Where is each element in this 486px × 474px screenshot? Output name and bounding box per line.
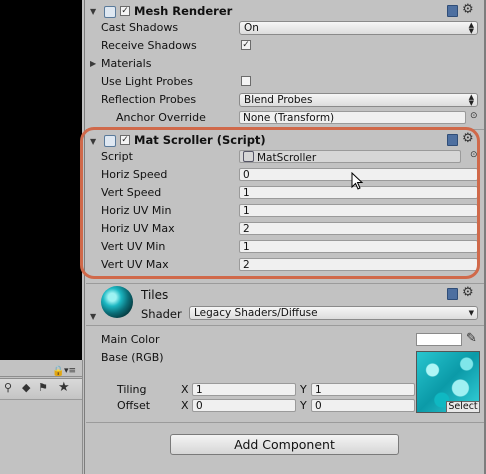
foldout-open-icon[interactable]: ▼	[90, 312, 96, 321]
add-component-button[interactable]: Add Component	[170, 434, 399, 455]
help-book-icon[interactable]	[447, 5, 458, 17]
reflection-probes-label: Reflection Probes	[101, 93, 197, 106]
shader-dropdown[interactable]: Legacy Shaders/Diffuse ▼	[189, 306, 478, 320]
tiling-x-field[interactable]: 1	[192, 383, 296, 396]
tiling-y-label: Y	[300, 383, 307, 396]
receive-shadows-checkbox[interactable]: ✓	[241, 40, 251, 50]
materials-foldout-label[interactable]: Materials	[101, 57, 151, 70]
foldout-closed-icon[interactable]: ▶	[90, 59, 96, 68]
help-book-icon[interactable]	[447, 288, 458, 300]
tiling-y-field[interactable]: 1	[311, 383, 415, 396]
chevron-updown-icon: ▲ ▼	[468, 93, 474, 107]
object-picker-icon[interactable]: ⊙	[470, 111, 478, 121]
gear-icon[interactable]: ⚙	[462, 286, 474, 299]
mesh-renderer-enabled-checkbox[interactable]: ✓	[120, 6, 130, 16]
component-separator	[86, 325, 484, 326]
horiz-speed-label: Horiz Speed	[101, 168, 168, 181]
cast-shadows-label: Cast Shadows	[101, 21, 179, 34]
vert-uv-min-label: Vert UV Min	[101, 240, 166, 253]
horiz-uv-min-field[interactable]: 1	[239, 204, 478, 217]
scene-view-dark-area	[0, 0, 82, 360]
main-color-label: Main Color	[101, 333, 160, 346]
panel-menu-icon[interactable]: ▾≡	[64, 366, 76, 376]
mesh-renderer-icon	[104, 6, 116, 18]
vert-uv-max-label: Vert UV Max	[101, 258, 169, 271]
cast-shadows-value: On	[244, 22, 259, 34]
shader-label: Shader	[141, 307, 182, 321]
horiz-uv-max-label: Horiz UV Max	[101, 222, 175, 235]
object-picker-icon[interactable]: ⊙	[470, 150, 478, 160]
use-light-probes-checkbox[interactable]	[241, 76, 251, 86]
script-value: MatScroller	[257, 152, 317, 163]
offset-y-field[interactable]: 0	[311, 399, 415, 412]
script-label: Script	[101, 150, 133, 163]
search-icon[interactable]: ⚲	[4, 381, 12, 394]
gear-icon[interactable]: ⚙	[462, 3, 474, 16]
gear-icon[interactable]: ⚙	[462, 132, 474, 145]
vert-uv-min-field[interactable]: 1	[239, 240, 478, 253]
panel-divider	[0, 376, 82, 377]
vert-uv-max-field[interactable]: 2	[239, 258, 478, 271]
script-field[interactable]: MatScroller	[239, 150, 461, 163]
receive-shadows-label: Receive Shadows	[101, 39, 197, 52]
mat-scroller-title: Mat Scroller (Script)	[134, 133, 266, 147]
main-color-swatch[interactable]	[416, 333, 462, 346]
mouse-cursor-icon	[351, 172, 364, 190]
help-book-icon[interactable]	[447, 134, 458, 146]
offset-x-field[interactable]: 0	[192, 399, 296, 412]
material-name: Tiles	[141, 288, 169, 302]
tiling-label: Tiling	[117, 383, 147, 396]
offset-label: Offset	[117, 399, 151, 412]
script-icon	[104, 135, 116, 147]
component-separator	[86, 129, 484, 130]
reflection-probes-value: Blend Probes	[244, 94, 313, 106]
mat-scroller-enabled-checkbox[interactable]: ✓	[120, 135, 130, 145]
offset-x-label: X	[181, 399, 189, 412]
chevron-down-icon: ▼	[468, 309, 474, 317]
lock-icon[interactable]: 🔒	[52, 366, 64, 377]
material-preview-sphere	[101, 286, 133, 318]
script-file-icon	[243, 151, 254, 162]
component-separator	[86, 422, 484, 423]
shader-value: Legacy Shaders/Diffuse	[194, 307, 318, 319]
horiz-uv-max-field[interactable]: 2	[239, 222, 478, 235]
mesh-renderer-title: Mesh Renderer	[134, 4, 233, 18]
anchor-override-field[interactable]: None (Transform)	[239, 111, 466, 124]
filter-icon[interactable]: ◆	[22, 381, 30, 394]
tiling-x-label: X	[181, 383, 189, 396]
component-separator	[86, 283, 484, 284]
reflection-probes-dropdown[interactable]: Blend Probes ▲ ▼	[239, 93, 478, 107]
vert-speed-label: Vert Speed	[101, 186, 162, 199]
label-tag-icon[interactable]: ⚑	[38, 381, 48, 394]
chevron-updown-icon: ▲ ▼	[468, 21, 474, 35]
offset-y-label: Y	[300, 399, 307, 412]
base-rgb-label: Base (RGB)	[101, 351, 164, 364]
eyedropper-icon[interactable]: ✎	[466, 331, 477, 346]
use-light-probes-label: Use Light Probes	[101, 75, 193, 88]
texture-select-button[interactable]: Select	[446, 401, 480, 413]
anchor-override-label: Anchor Override	[116, 111, 206, 124]
favorite-star-icon[interactable]: ★	[58, 380, 70, 395]
foldout-open-icon[interactable]: ▼	[90, 137, 96, 146]
cast-shadows-dropdown[interactable]: On ▲ ▼	[239, 21, 478, 35]
horiz-uv-min-label: Horiz UV Min	[101, 204, 172, 217]
foldout-open-icon[interactable]: ▼	[90, 7, 96, 16]
hierarchy-toolbar: ⚲ ◆ ⚑ ★	[0, 378, 82, 400]
